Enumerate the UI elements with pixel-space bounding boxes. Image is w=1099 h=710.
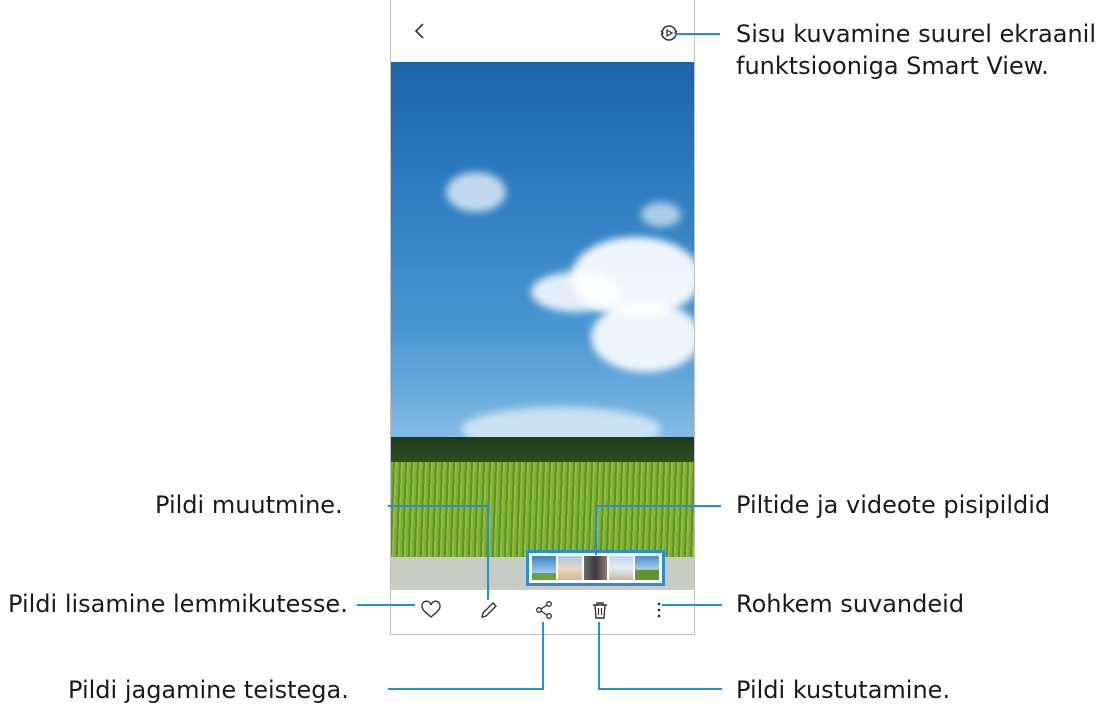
annotation-more: Rohkem suvandeid [736,590,965,618]
annotation-smart-view-line2: funktsiooniga Smart View. [736,52,1049,80]
green-field [391,462,694,557]
thumbnail-strip [526,550,665,586]
annotation-smart-view-line1: Sisu kuvamine suurel ekraanil [736,20,1096,48]
top-bar [391,0,694,62]
thumbnail-person[interactable] [609,556,634,580]
thumbnail-sky[interactable] [532,556,556,580]
more-vertical-icon[interactable] [647,598,671,622]
thumbnail-beach[interactable] [557,556,582,580]
callout-line-edit-vertical [487,505,489,600]
callout-line-share [388,688,544,690]
cloud [641,202,681,227]
phone-screen [390,0,695,635]
chevron-left-icon[interactable] [409,20,431,42]
callout-line-favourite [357,604,415,606]
cloud [591,302,694,372]
callout-line-smart-view [675,33,720,35]
annotation-thumbnails: Piltide ja videote pisipildid [736,491,1051,519]
callout-line-thumbnails [596,505,721,507]
trash-icon[interactable] [588,598,612,622]
heart-icon[interactable] [419,598,443,622]
thumbnail-field[interactable] [635,556,659,580]
share-icon[interactable] [532,598,556,622]
callout-line-delete-vertical [598,622,600,689]
pencil-icon[interactable] [477,598,501,622]
thumbnail-people[interactable] [583,556,608,580]
callout-line-delete [598,688,722,690]
callout-line-thumbnails-vertical [595,505,597,555]
annotation-favourite: Pildi lisamine lemmikutesse. [8,590,348,618]
annotation-smart-view: Sisu kuvamine suurel ekraanil funktsioon… [736,20,1096,80]
photo-viewer-image[interactable] [391,62,694,557]
callout-line-more [662,604,722,606]
cloud [531,272,621,312]
annotation-delete: Pildi kustutamine. [736,676,951,704]
annotation-share: Pildi jagamine teistega. [68,676,349,704]
annotation-edit: Pildi muutmine. [155,491,343,519]
cloud [446,172,506,212]
callout-line-edit [388,505,488,507]
callout-line-share-vertical [542,622,544,689]
